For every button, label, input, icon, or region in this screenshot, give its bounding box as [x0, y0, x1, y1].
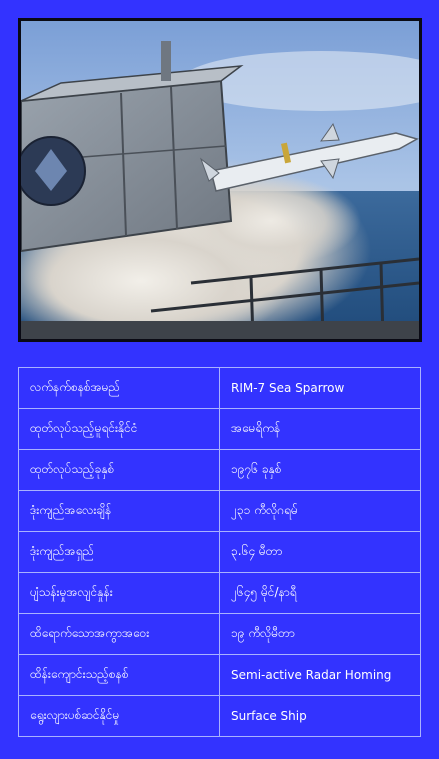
spec-label: ရွေးလျားပစ်ဆင်နိုင်မှု [18, 695, 220, 737]
spec-label: ပျံသန်းမှုအလျင်နှုန်း [18, 572, 220, 614]
table-row: ထိရောက်သောအကွာအဝေး ၁၉ ကီလိုမီတာ [18, 613, 421, 655]
table-row: ပျံသန်းမှုအလျင်နှုန်း ၂၆၄၅ မိုင်/နာရီ [18, 572, 421, 614]
spec-value: ၁၉ ကီလိုမီတာ [219, 613, 421, 655]
spec-label: လက်နက်စနစ်အမည် [18, 367, 220, 409]
missile-launch-photo [18, 18, 422, 342]
spec-label: ထုတ်လုပ်သည့်ခုနှစ် [18, 449, 220, 491]
spec-value: ၂၆၄၅ မိုင်/နာရီ [219, 572, 421, 614]
spec-value: Semi-active Radar Homing [219, 654, 421, 696]
weapon-spec-table: လက်နက်စနစ်အမည် RIM-7 Sea Sparrow ထုတ်လုပ… [18, 367, 421, 737]
spec-value: ၃.၆၄ မီတာ [219, 531, 421, 573]
table-row: ဒုံးကျည်အရှည် ၃.၆၄ မီတာ [18, 531, 421, 573]
missile-launch-image [21, 21, 419, 339]
spec-label: ထိရောက်သောအကွာအဝေး [18, 613, 220, 655]
spec-value: အမေရိကန် [219, 408, 421, 450]
table-row: ရွေးလျားပစ်ဆင်နိုင်မှု Surface Ship [18, 695, 421, 737]
spec-label: ဒုံးကျည်အလေးချိန် [18, 490, 220, 532]
table-row: ဒုံးကျည်အလေးချိန် ၂၃၁ ကီလိုဂရမ် [18, 490, 421, 532]
spec-value: ၁၉၇၆ ခုနှစ် [219, 449, 421, 491]
table-row: လက်နက်စနစ်အမည် RIM-7 Sea Sparrow [18, 367, 421, 409]
spec-value: RIM-7 Sea Sparrow [219, 367, 421, 409]
table-row: ထိန်းကျောင်းသည့်စနစ် Semi-active Radar H… [18, 654, 421, 696]
spec-value: Surface Ship [219, 695, 421, 737]
spec-value: ၂၃၁ ကီလိုဂရမ် [219, 490, 421, 532]
spec-label: ထုတ်လုပ်သည့်မူရင်းနိုင်ငံ [18, 408, 220, 450]
spec-label: ထိန်းကျောင်းသည့်စနစ် [18, 654, 220, 696]
table-row: ထုတ်လုပ်သည့်မူရင်းနိုင်ငံ အမေရိကန် [18, 408, 421, 450]
spec-label: ဒုံးကျည်အရှည် [18, 531, 220, 573]
table-row: ထုတ်လုပ်သည့်ခုနှစ် ၁၉၇၆ ခုနှစ် [18, 449, 421, 491]
